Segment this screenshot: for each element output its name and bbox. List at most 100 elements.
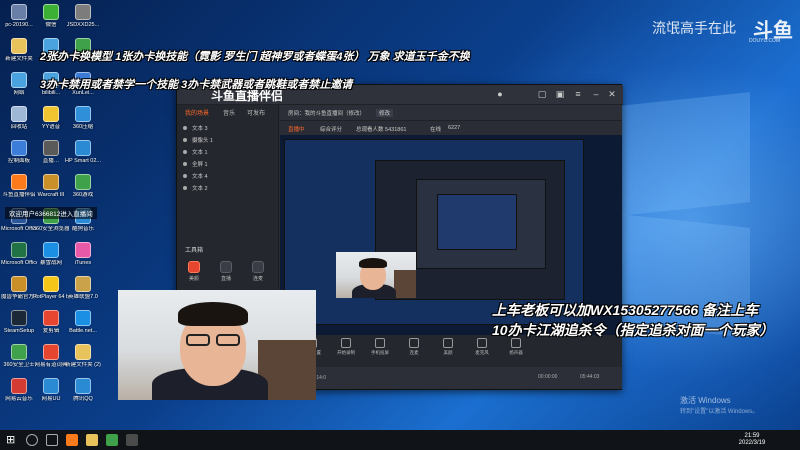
source-item[interactable]: 文本 3 [183,123,275,133]
activate-windows-title: 激活 Windows [680,396,731,405]
desktop-icon[interactable]: Battle.net... [66,310,100,344]
desktop-icon-label: 魔兽争霸官方对战平台 [1,294,37,300]
search-icon[interactable] [26,434,38,446]
desktop-icon-label: 新建文件夹 [5,56,33,62]
app-icon [43,140,59,156]
menu-icon[interactable]: ≡ [573,89,583,99]
desktop-icon[interactable]: 网易云音乐 [2,378,36,412]
control-label: 美颜 [443,350,453,355]
source-label: 文本 3 [192,126,208,132]
control-button[interactable]: 手机投屏 [368,338,392,356]
source-item[interactable]: 文本 2 [183,183,275,193]
eye-icon[interactable] [183,162,187,166]
taskbar: ⊞ 21:59 2022/3/19 [0,430,800,450]
desktop-icon[interactable]: 控制面板 [2,140,36,174]
desktop-icon-label: 网易UU [41,396,61,402]
close-icon[interactable]: ✕ [607,89,617,99]
app-icon [75,140,91,156]
edit-room-button[interactable]: 修改 [376,109,394,117]
desktop-icon[interactable]: 网络 [2,72,36,106]
browser-taskbar-icon[interactable] [106,434,118,446]
control-button[interactable]: 扬声器 [504,338,528,356]
desktop-icon-label: HP Smart 02... [65,158,101,164]
desktop-icon[interactable]: 爱剪辑 [34,310,68,344]
app-taskbar-icon[interactable] [126,434,138,446]
desktop-icon[interactable]: 斗鱼直播伴侣 [2,174,36,208]
app-icon [43,174,59,190]
control-label: 连麦 [409,350,419,355]
streamer-watermark: 流氓高手在此 [652,20,736,36]
desktop-icon[interactable]: JSDXXD25... [66,4,100,38]
folder-taskbar-icon[interactable] [86,434,98,446]
eye-icon[interactable] [183,126,187,130]
tab-scenes[interactable]: 我的场景 [185,108,209,117]
eye-icon[interactable] [183,186,187,190]
webcam-main [118,290,316,400]
app-status-bar: 直播时长 00:14:0 00:00:00 05:44:03 [280,367,622,389]
taskbar-clock[interactable]: 21:59 2022/3/19 [738,433,766,447]
desktop-icon[interactable]: 直播… [34,140,68,174]
desktop-icon[interactable]: 英雄联盟7.0 [66,276,100,310]
desktop-icon[interactable]: 魔兽争霸官方对战平台 [1,276,37,310]
desktop-icon-label: 腾讯QQ [73,396,93,402]
desktop-icon-label: pc-20190... [5,22,33,28]
desktop-icon[interactable]: 新建文件夹 [2,38,36,72]
eye-icon[interactable] [183,150,187,154]
desktop-icon[interactable]: 360安全卫士 [2,344,36,378]
desktop-icon[interactable]: SteamSetup [2,310,36,344]
tab-publish[interactable]: 可发布 [247,108,265,117]
desktop-icon[interactable]: 腾讯QQ [66,378,100,412]
app-icon [11,174,27,190]
eye-icon[interactable] [183,138,187,142]
control-button[interactable]: 开始录制 [334,338,358,356]
clock-date: 2022/3/19 [738,440,766,446]
lock-icon[interactable]: ▣ [555,89,565,99]
start-icon[interactable]: ⊞ [6,434,18,446]
desktop-icon[interactable]: 360压缩 [66,106,100,140]
app-icon [75,242,91,258]
source-item[interactable]: 全屏 1 [183,159,275,169]
task-view-icon[interactable] [46,434,58,446]
source-label: 文本 1 [192,150,208,156]
source-label: 全屏 1 [192,162,208,168]
desktop-icon[interactable]: 回收站 [2,106,36,140]
avatar-icon[interactable]: ● [495,89,505,99]
desktop-icon[interactable]: 360游戏 [66,174,100,208]
control-button[interactable]: 麦克风 [470,338,494,356]
control-button[interactable]: 连麦 [402,338,426,356]
desktop-icon[interactable]: 网易有道词典 [34,344,68,378]
tool-label: 直播 [220,276,231,282]
desktop-icon-label: 直播… [42,158,60,164]
gift-icon[interactable]: ▢ [537,89,547,99]
desktop-icon[interactable]: HP Smart 02... [65,140,101,174]
source-item[interactable]: 摄像头 1 [183,135,275,145]
tab-music[interactable]: 音乐 [223,108,235,117]
desktop-icon-label: Warcraft III [37,192,65,198]
tool-button[interactable]: 直播 [215,261,237,285]
desktop-icon[interactable]: 新建文件夹 (2) [65,344,101,378]
tool-button[interactable]: 美颜 [183,261,205,285]
desktop-icon-label: SteamSetup [3,328,35,334]
desktop-icon[interactable]: 暴雪战网 [34,242,68,276]
source-item[interactable]: 文本 4 [183,171,275,181]
desktop-icon[interactable]: 网易UU [34,378,68,412]
tool-label: 连麦 [252,276,263,282]
tool-button[interactable]: 连麦 [247,261,269,285]
desktop-icon[interactable]: 微信 [34,4,68,38]
desktop-icon[interactable]: PotPlayer 64 bit [33,276,69,310]
desktop-icon[interactable]: iTunes [66,242,100,276]
desktop-icon[interactable]: Warcraft III [34,174,68,208]
control-button[interactable]: 美颜 [436,338,460,356]
desktop-icon[interactable]: YY语音 [34,106,68,140]
app-icon [75,4,91,20]
desktop-icon[interactable]: Microsoft Office Exc... [1,242,37,276]
desktop-icon-label: 酷狗音乐 [71,226,94,232]
minimize-icon[interactable]: – [591,89,601,99]
app-icon [75,276,91,292]
preview-nested-1 [284,139,584,325]
douyu-taskbar-icon[interactable] [66,434,78,446]
eye-icon[interactable] [183,174,187,178]
source-item[interactable]: 文本 1 [183,147,275,157]
desktop-icon[interactable]: pc-20190... [2,4,36,38]
app-icon [43,378,59,394]
